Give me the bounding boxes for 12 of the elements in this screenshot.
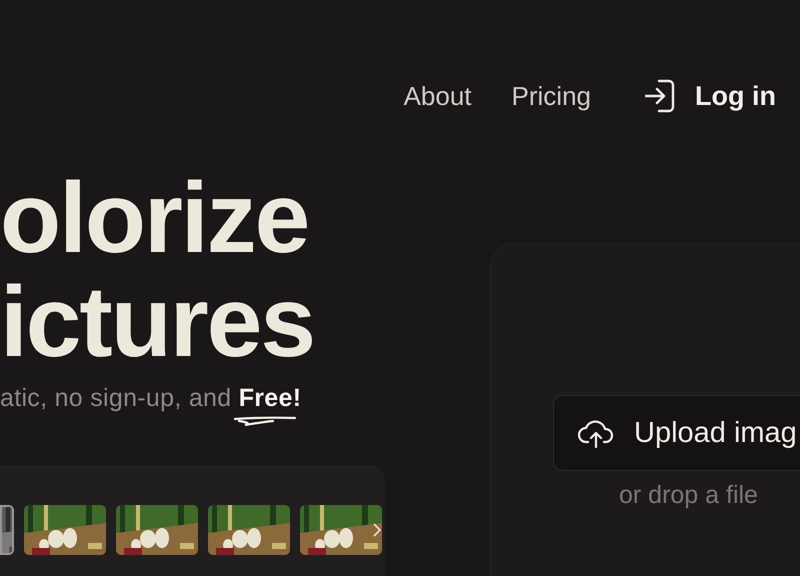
drop-zone[interactable]: Upload imag or drop a file [490,243,800,576]
underline-swoosh-icon [233,415,298,427]
nav-link[interactable]: Pricing [512,80,592,112]
login-link[interactable]: Log in [645,79,776,113]
subtitle-text: atic, no sign-up, and Free! [0,384,302,412]
headline-text: olorize [0,166,310,270]
nav-link[interactable]: About [404,80,472,112]
drop-hint-text: or drop a file [619,481,759,510]
headline-text: ictures [0,270,315,374]
login-icon [645,79,676,113]
chevron-right-icon[interactable] [373,523,381,537]
upload-button[interactable]: Upload imag [553,395,800,471]
